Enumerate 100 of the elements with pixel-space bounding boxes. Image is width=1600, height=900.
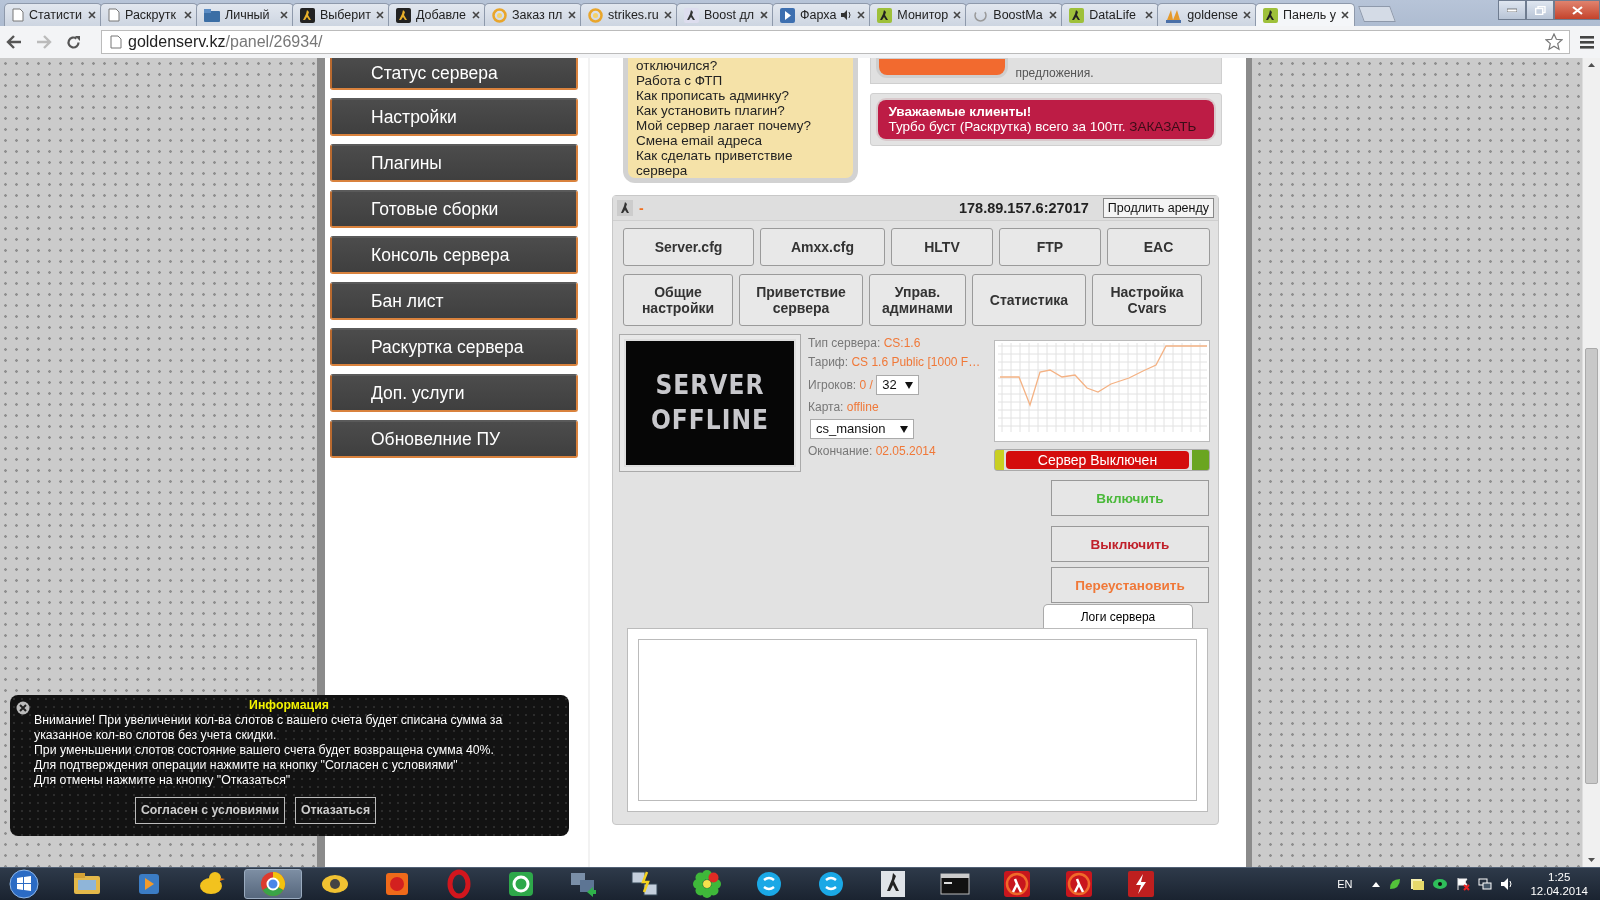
star-icon — [1545, 33, 1563, 51]
settings-button[interactable]: Настройка Cvars — [1092, 274, 1202, 326]
clock-date: 12.04.2014 — [1530, 884, 1588, 898]
field-label: Карта: — [808, 400, 844, 414]
sidebar-item[interactable]: Плагины — [330, 144, 578, 182]
sidebar-item[interactable]: Обновелние ПУ — [330, 420, 578, 458]
map-dropdown[interactable]: cs_mansion — [810, 419, 914, 439]
popup-text: Внимание! При увеличении кол-ва слотов с вашего счета будет списана сумма за указанное кол-во слотов без учета скидки. — [34, 713, 504, 743]
scrollbar-thumb[interactable] — [1585, 348, 1598, 784]
faq-link[interactable]: Как установить плагин? — [636, 103, 846, 118]
slots-dropdown[interactable]: 32 — [876, 375, 919, 395]
close-icon — [953, 11, 962, 19]
field-value: 02.05.2014 — [875, 444, 936, 458]
network-icon — [1478, 877, 1493, 891]
page-icon — [110, 35, 122, 49]
close-icon — [857, 11, 866, 19]
close-icon — [1049, 11, 1058, 19]
faq-link[interactable]: Как прописать админку? — [636, 88, 846, 103]
field-value: CS:1.6 — [883, 336, 921, 350]
close-button[interactable] — [1554, 0, 1600, 20]
back-icon — [6, 35, 22, 49]
renew-button[interactable]: Продлить аренду — [1102, 198, 1214, 218]
config-button[interactable]: EAC — [1107, 228, 1210, 266]
server-address: 178.89.157.6:27017 — [958, 200, 1089, 216]
browser-tab[interactable]: BoostMa — [965, 3, 1064, 26]
browser-tab[interactable]: Панель у — [1255, 3, 1355, 26]
minimize-icon — [1507, 8, 1517, 12]
settings-button[interactable]: Приветствие сервера — [739, 274, 863, 326]
field-label: Окончание: — [808, 444, 873, 458]
popup-text: Для отмены нажмите на кнопку "Отказаться" — [34, 773, 292, 788]
faq-link[interactable]: Мой сервер лагает почему? — [636, 118, 846, 133]
browser-tab[interactable]: strikes.ru — [580, 3, 678, 26]
soldier-icon — [1263, 7, 1279, 23]
config-button[interactable]: FTP — [999, 228, 1101, 266]
browser-tab[interactable]: Монитор — [869, 3, 968, 26]
up-arrow-icon — [1372, 881, 1381, 887]
popup-button[interactable]: Отказаться — [295, 797, 377, 824]
soldier-icon — [617, 200, 633, 216]
sidebar-item[interactable]: Раскуртка сервера — [330, 328, 578, 366]
settings-button[interactable]: Статистика — [972, 274, 1086, 326]
popup-button[interactable]: Согласен с условиями — [134, 797, 285, 824]
close-icon — [760, 11, 768, 19]
sidebar-item[interactable]: Настройки — [330, 98, 578, 136]
browser-tab[interactable]: Фарха — [772, 3, 872, 26]
action-button[interactable]: Выключить — [1051, 526, 1209, 562]
browser-tab[interactable]: Заказ пл — [484, 3, 582, 26]
windows-logo-icon — [9, 869, 39, 899]
browser-tab[interactable]: Личный — [196, 3, 294, 26]
field-label: Игроков: — [808, 378, 857, 392]
logs-tab[interactable]: Логи сервера — [1043, 604, 1193, 628]
back-button[interactable] — [6, 35, 22, 49]
browser-tab[interactable]: Раскрутк — [100, 3, 198, 26]
language-indicator[interactable]: EN — [1337, 878, 1353, 890]
config-button[interactable]: Server.cfg — [623, 228, 754, 266]
close-icon — [280, 11, 288, 19]
field-value: 0 / — [859, 378, 873, 392]
runner-icon — [684, 7, 699, 23]
close-icon — [376, 11, 384, 19]
speaker-icon — [1500, 877, 1515, 891]
soldier-icon — [1069, 7, 1085, 23]
settings-button[interactable]: Общие настройки — [623, 274, 733, 326]
maximize-button[interactable] — [1526, 0, 1554, 20]
browser-tab[interactable]: goldense — [1157, 3, 1258, 26]
faq-link[interactable]: отключился? — [636, 58, 846, 73]
promo-title: Уважаемые клиенты! — [888, 104, 1033, 119]
flag-icon — [1456, 877, 1471, 891]
caret-icon — [900, 425, 908, 433]
sidebar-item[interactable]: Бан лист — [330, 282, 578, 320]
faq-link[interactable]: Работа с ФТП — [636, 73, 846, 88]
close-icon — [1145, 11, 1154, 19]
settings-button[interactable]: Управ. админами — [869, 274, 966, 326]
browser-tab[interactable]: DataLife — [1061, 3, 1160, 26]
close-icon — [568, 11, 576, 19]
close-icon — [1341, 11, 1349, 19]
banner-text: OFFLINE — [651, 404, 769, 437]
menu-icon — [1580, 35, 1594, 49]
field-value: offline — [846, 400, 879, 414]
ring-icon — [492, 7, 507, 23]
promo-text: Турбо буст (Раскрутка) всего за 100тг. ЗАКАЗАТЬ — [888, 119, 1197, 134]
sidebar-item[interactable]: Готовые сборки — [330, 190, 578, 228]
close-icon — [1571, 5, 1583, 15]
address-field[interactable]: goldenserv.kz/panel/26934/ — [101, 30, 1570, 54]
browser-tab[interactable]: Статисти — [4, 3, 102, 26]
clock-time: 1:25 — [1548, 870, 1571, 884]
sidebar-item[interactable]: Консоль сервера — [330, 236, 578, 274]
faq-link[interactable]: Смена email адреса — [636, 133, 846, 148]
popup-text: При уменьшении слотов состояние вашего счета будет возвращена сумма 40%. — [34, 743, 495, 758]
config-button[interactable]: Amxx.cfg — [760, 228, 885, 266]
browser-tab[interactable]: Добавле — [388, 3, 486, 26]
reload-button[interactable] — [66, 34, 81, 50]
soldier-icon — [396, 7, 411, 23]
browser-tab[interactable]: Boost дл — [676, 3, 774, 26]
note-icon — [1410, 877, 1425, 891]
minimize-button[interactable] — [1498, 0, 1526, 20]
flower-icon — [691, 868, 723, 900]
sidebar-item[interactable]: Доп. услуги — [330, 374, 578, 412]
maximize-icon — [1534, 5, 1546, 15]
config-button[interactable]: HLTV — [891, 228, 993, 266]
browser-tab[interactable]: Выберит — [292, 3, 390, 26]
faq-link[interactable]: Как сделать приветствие сервера — [636, 148, 846, 178]
